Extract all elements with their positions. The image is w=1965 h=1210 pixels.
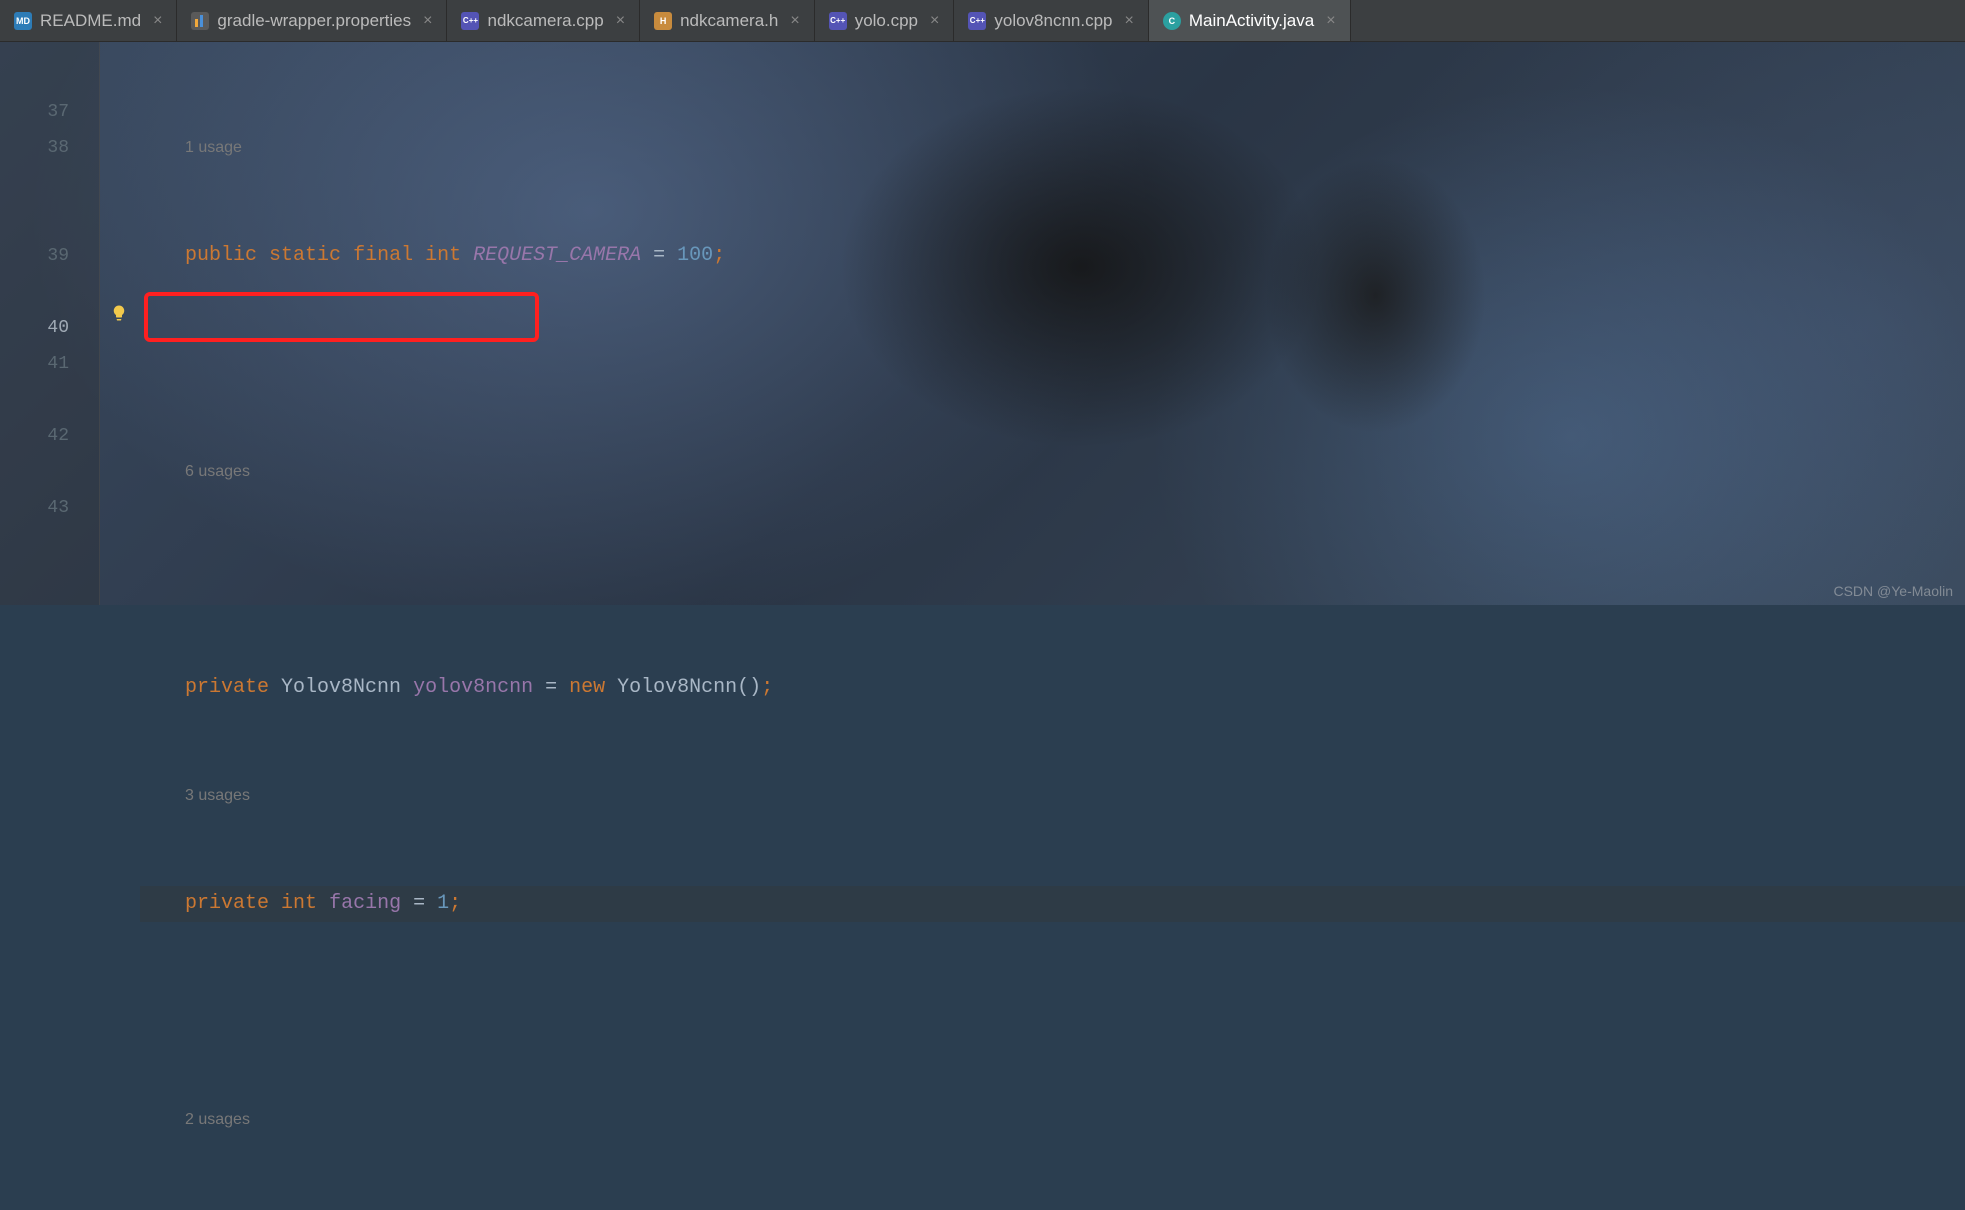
usage-hint[interactable]: 1 usage [140, 130, 1965, 166]
editor-tab[interactable]: Hndkcamera.h × [640, 0, 815, 41]
code-line[interactable]: private Yolov8Ncnn yolov8ncnn = new Yolo… [140, 670, 1965, 706]
line-number-gutter: 3738 39 4041 42 43 [0, 42, 100, 605]
gutter-margin [100, 42, 140, 605]
close-icon[interactable]: × [616, 12, 625, 30]
code-line[interactable] [140, 346, 1965, 382]
file-type-icon: H [654, 12, 672, 30]
tab-label: README.md [40, 11, 141, 31]
editor-tab[interactable]: C++ yolo.cpp × [815, 0, 955, 41]
line-number[interactable]: 37 [0, 94, 99, 130]
usage-hint[interactable]: 6 usages [140, 454, 1965, 490]
tab-label: MainActivity.java [1189, 11, 1314, 31]
code-line[interactable] [140, 994, 1965, 1030]
code-area[interactable]: 1 usage public static final int REQUEST_… [140, 42, 1965, 605]
close-icon[interactable]: × [1125, 12, 1134, 30]
line-number[interactable] [0, 166, 99, 202]
line-number[interactable] [0, 382, 99, 418]
editor-pane: 3738 39 4041 42 43 1 usage public static fin… [0, 42, 1965, 605]
close-icon[interactable]: × [153, 12, 162, 30]
watermark: CSDN @Ye-Maolin [1833, 583, 1953, 599]
editor-tab[interactable]: C++ yolov8ncnn.cpp × [954, 0, 1148, 41]
line-number[interactable]: 41 [0, 346, 99, 382]
file-type-icon: C++ [968, 12, 986, 30]
line-number[interactable] [0, 454, 99, 490]
tab-label: ndkcamera.cpp [487, 11, 603, 31]
file-type-icon: MD [14, 12, 32, 30]
close-icon[interactable]: × [423, 12, 432, 30]
close-icon[interactable]: × [790, 12, 799, 30]
line-number[interactable]: 43 [0, 490, 99, 526]
editor-tabs: MDREADME.md×gradle-wrapper.properties×C+… [0, 0, 1965, 42]
usage-hint[interactable]: 3 usages [140, 778, 1965, 814]
code-line-current[interactable]: private int facing = 1; [140, 886, 1965, 922]
editor-tab[interactable]: MD README.md × [0, 0, 177, 41]
code-line[interactable] [140, 562, 1965, 598]
file-type-icon: C++ [461, 12, 479, 30]
line-number[interactable] [0, 274, 99, 310]
file-type-icon: C++ [829, 12, 847, 30]
tab-label: gradle-wrapper.properties [217, 11, 411, 31]
line-number[interactable]: 38 [0, 130, 99, 166]
close-icon[interactable]: × [1326, 12, 1335, 30]
tab-label: ndkcamera.h [680, 11, 778, 31]
editor-tab[interactable]: C++ ndkcamera.cpp × [447, 0, 640, 41]
tab-label: yolo.cpp [855, 11, 918, 31]
line-number[interactable] [0, 58, 99, 94]
line-number[interactable]: 40 [0, 310, 99, 346]
code-line[interactable]: public static final int REQUEST_CAMERA =… [140, 238, 1965, 274]
editor-tab[interactable]: C MainActivity.java × [1149, 0, 1351, 41]
line-number[interactable] [0, 202, 99, 238]
intention-bulb-icon[interactable] [110, 304, 128, 322]
file-type-icon [191, 12, 209, 30]
line-number[interactable]: 39 [0, 238, 99, 274]
line-number[interactable]: 42 [0, 418, 99, 454]
editor-tab[interactable]: gradle-wrapper.properties × [177, 0, 447, 41]
tab-label: yolov8ncnn.cpp [994, 11, 1112, 31]
file-type-icon: C [1163, 12, 1181, 30]
usage-hint[interactable]: 2 usages [140, 1102, 1965, 1138]
close-icon[interactable]: × [930, 12, 939, 30]
